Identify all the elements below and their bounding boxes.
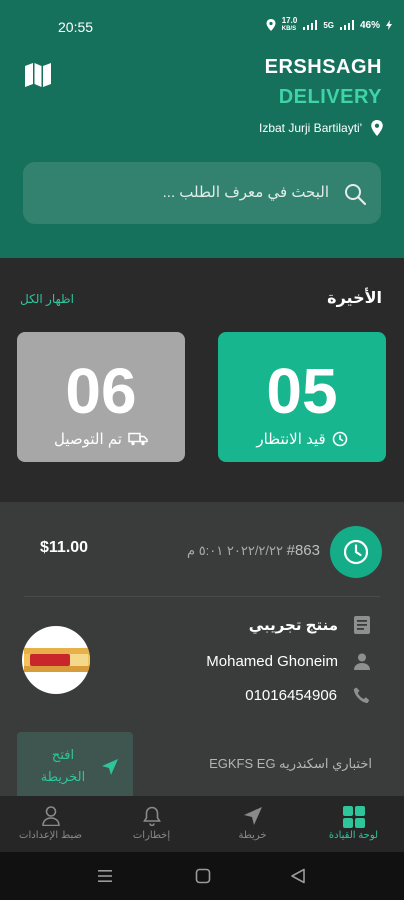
product-package-image [24,648,90,672]
product-row: منتج تجريبي [249,616,370,634]
map-icon [25,63,51,87]
nav-settings-label: ضبط الإعدادات [19,830,82,841]
delivered-label-row: تم التوصيل [17,430,185,448]
truck-icon [128,432,148,446]
recents-icon[interactable] [97,868,113,884]
signal-icon-2 [339,20,354,30]
location-text: Izbat Jurji Bartilayti' [259,121,362,135]
customer-phone: 01016454906 [245,687,337,704]
nav-settings[interactable]: ضبط الإعدادات [0,796,101,852]
clock-icon [332,431,347,447]
clock-icon [343,539,369,565]
bottom-navigation: ضبط الإعدادات إخطارات خريطة لوحة القيادة [0,796,404,852]
dashboard-icon [342,806,365,828]
person-icon [354,653,370,670]
brand-name: ERSHSAGH [264,56,382,78]
order-price: $11.00 [40,539,89,556]
brand-subtitle: DELIVERY [278,86,382,108]
pending-label: قيد الانتظار [256,431,326,448]
pending-label-row: قيد الانتظار [218,430,386,448]
location-pin-icon [371,120,383,136]
map-button[interactable] [24,62,54,90]
list-icon [354,616,370,634]
battery-level: 46% [359,19,380,31]
nav-map-label: خريطة [238,830,267,841]
customer-name: Mohamed Ghoneim [206,653,338,670]
customer-row: Mohamed Ghoneim [206,653,370,670]
recent-title: الأخيرة [327,290,382,307]
person-icon [41,806,60,826]
order-status-badge [330,526,382,578]
search-icon [345,184,367,206]
phone-row[interactable]: 01016454906 [245,687,370,704]
nav-notifications[interactable]: إخطارات [101,796,202,852]
back-icon[interactable] [290,868,306,884]
charging-icon [386,20,392,30]
bell-icon [142,806,161,826]
pending-count: 05 [266,355,338,427]
nav-map[interactable]: خريطة [202,796,303,852]
recent-section: الأخيرة اظهار الكل 05 قيد الانتظار 06 تم… [0,258,404,502]
order-card[interactable]: #863 ٢٠٢٢/٢/٢٢ ٥:٠١ م $11.00 منتج تجريبي… [0,502,404,796]
product-name: منتج تجريبي [248,617,338,634]
show-all-link[interactable]: اظهار الكل [20,292,74,306]
nav-notifications-label: إخطارات [132,830,171,841]
order-address: اختباري اسكندريه EGKFS EG [209,756,372,771]
delivered-orders-card[interactable]: 06 تم التوصيل [17,332,185,462]
open-map-label: افتح الخريطة [40,747,86,784]
order-search-input[interactable]: البحث في معرف الطلب ... [23,162,381,224]
phone-icon [353,687,370,703]
network-type: 5G [323,20,334,30]
pending-orders-card[interactable]: 05 قيد الانتظار [218,332,386,462]
nav-dashboard-label: لوحة القيادة [328,830,379,841]
location-status-icon [266,19,276,31]
navigation-arrow-icon [102,759,118,775]
app-header: 20:55 17.0 KB/S 5G 46% ERSHSAGH DELIVERY … [0,0,404,258]
order-id: #863 [286,542,320,559]
status-time: 20:55 [58,19,94,35]
order-datetime: ٢٠٢٢/٢/٢٢ ٥:٠١ م [187,543,283,558]
delivered-label: تم التوصيل [54,431,122,448]
status-bar: 20:55 17.0 KB/S 5G 46% [0,0,404,52]
nav-dashboard[interactable]: لوحة القيادة [303,796,404,852]
network-speed: 17.0 KB/S [281,16,298,33]
home-icon[interactable] [195,868,211,884]
navigation-icon [243,807,262,825]
current-location[interactable]: Izbat Jurji Bartilayti' [259,120,384,136]
search-placeholder: البحث في معرف الطلب ... [162,184,329,201]
open-map-button[interactable]: افتح الخريطة [17,732,133,796]
system-navigation-bar [0,852,404,900]
status-icons: 17.0 KB/S 5G 46% [266,17,392,33]
product-image [22,626,90,694]
divider [24,596,380,597]
delivered-count: 06 [65,355,137,427]
signal-icon [303,20,318,30]
order-meta: #863 ٢٠٢٢/٢/٢٢ ٥:٠١ م [187,542,320,559]
